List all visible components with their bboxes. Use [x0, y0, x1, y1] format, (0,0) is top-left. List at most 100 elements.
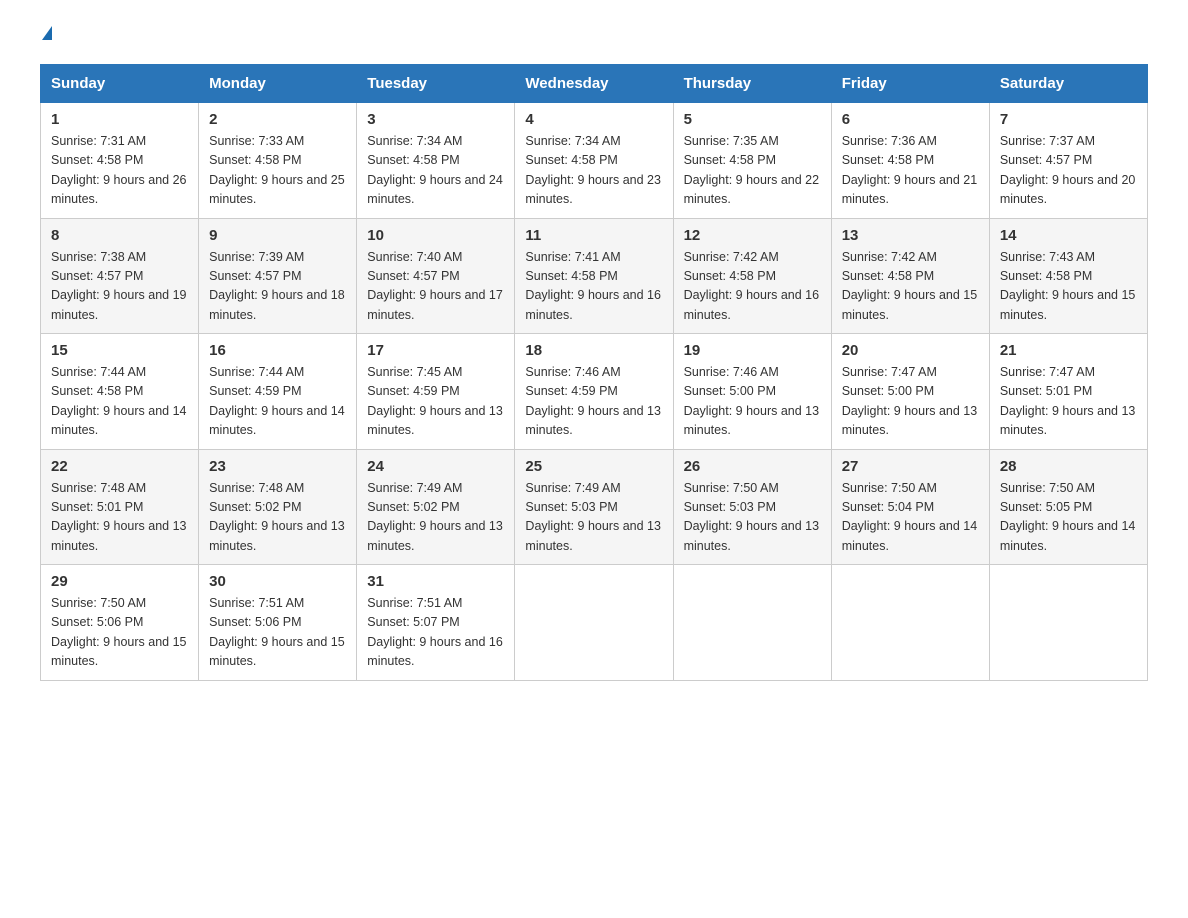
calendar-cell: 28 Sunrise: 7:50 AMSunset: 5:05 PMDaylig… [989, 449, 1147, 565]
day-detail: Sunrise: 7:50 AMSunset: 5:04 PMDaylight:… [842, 479, 979, 557]
day-detail: Sunrise: 7:45 AMSunset: 4:59 PMDaylight:… [367, 363, 504, 441]
calendar-table: SundayMondayTuesdayWednesdayThursdayFrid… [40, 64, 1148, 681]
day-number: 19 [684, 342, 821, 359]
day-detail: Sunrise: 7:46 AMSunset: 4:59 PMDaylight:… [525, 363, 662, 441]
weekday-header-saturday: Saturday [989, 65, 1147, 103]
calendar-week-row: 15 Sunrise: 7:44 AMSunset: 4:58 PMDaylig… [41, 334, 1148, 450]
weekday-header-tuesday: Tuesday [357, 65, 515, 103]
weekday-header-monday: Monday [199, 65, 357, 103]
weekday-header-friday: Friday [831, 65, 989, 103]
calendar-cell: 10 Sunrise: 7:40 AMSunset: 4:57 PMDaylig… [357, 218, 515, 334]
day-detail: Sunrise: 7:47 AMSunset: 5:01 PMDaylight:… [1000, 363, 1137, 441]
day-number: 1 [51, 111, 188, 128]
calendar-cell: 15 Sunrise: 7:44 AMSunset: 4:58 PMDaylig… [41, 334, 199, 450]
calendar-header: SundayMondayTuesdayWednesdayThursdayFrid… [41, 65, 1148, 103]
calendar-cell [831, 565, 989, 681]
logo [40, 30, 52, 44]
day-detail: Sunrise: 7:48 AMSunset: 5:01 PMDaylight:… [51, 479, 188, 557]
calendar-cell [989, 565, 1147, 681]
calendar-cell: 27 Sunrise: 7:50 AMSunset: 5:04 PMDaylig… [831, 449, 989, 565]
calendar-cell: 2 Sunrise: 7:33 AMSunset: 4:58 PMDayligh… [199, 103, 357, 219]
day-detail: Sunrise: 7:51 AMSunset: 5:06 PMDaylight:… [209, 594, 346, 672]
calendar-week-row: 29 Sunrise: 7:50 AMSunset: 5:06 PMDaylig… [41, 565, 1148, 681]
calendar-body: 1 Sunrise: 7:31 AMSunset: 4:58 PMDayligh… [41, 103, 1148, 681]
day-number: 4 [525, 111, 662, 128]
day-number: 31 [367, 573, 504, 590]
day-detail: Sunrise: 7:50 AMSunset: 5:03 PMDaylight:… [684, 479, 821, 557]
day-detail: Sunrise: 7:48 AMSunset: 5:02 PMDaylight:… [209, 479, 346, 557]
day-detail: Sunrise: 7:31 AMSunset: 4:58 PMDaylight:… [51, 132, 188, 210]
day-detail: Sunrise: 7:44 AMSunset: 4:59 PMDaylight:… [209, 363, 346, 441]
day-number: 21 [1000, 342, 1137, 359]
calendar-cell: 21 Sunrise: 7:47 AMSunset: 5:01 PMDaylig… [989, 334, 1147, 450]
day-number: 15 [51, 342, 188, 359]
day-number: 18 [525, 342, 662, 359]
day-detail: Sunrise: 7:35 AMSunset: 4:58 PMDaylight:… [684, 132, 821, 210]
day-detail: Sunrise: 7:41 AMSunset: 4:58 PMDaylight:… [525, 248, 662, 326]
logo-triangle-icon [42, 26, 52, 40]
day-number: 11 [525, 227, 662, 244]
calendar-cell [515, 565, 673, 681]
calendar-cell: 31 Sunrise: 7:51 AMSunset: 5:07 PMDaylig… [357, 565, 515, 681]
calendar-cell: 29 Sunrise: 7:50 AMSunset: 5:06 PMDaylig… [41, 565, 199, 681]
calendar-cell: 3 Sunrise: 7:34 AMSunset: 4:58 PMDayligh… [357, 103, 515, 219]
calendar-cell: 30 Sunrise: 7:51 AMSunset: 5:06 PMDaylig… [199, 565, 357, 681]
calendar-cell: 8 Sunrise: 7:38 AMSunset: 4:57 PMDayligh… [41, 218, 199, 334]
calendar-cell: 6 Sunrise: 7:36 AMSunset: 4:58 PMDayligh… [831, 103, 989, 219]
day-number: 5 [684, 111, 821, 128]
day-number: 22 [51, 458, 188, 475]
calendar-cell: 1 Sunrise: 7:31 AMSunset: 4:58 PMDayligh… [41, 103, 199, 219]
calendar-week-row: 8 Sunrise: 7:38 AMSunset: 4:57 PMDayligh… [41, 218, 1148, 334]
day-detail: Sunrise: 7:34 AMSunset: 4:58 PMDaylight:… [367, 132, 504, 210]
day-number: 2 [209, 111, 346, 128]
calendar-cell: 12 Sunrise: 7:42 AMSunset: 4:58 PMDaylig… [673, 218, 831, 334]
weekday-header-thursday: Thursday [673, 65, 831, 103]
day-number: 25 [525, 458, 662, 475]
day-detail: Sunrise: 7:50 AMSunset: 5:05 PMDaylight:… [1000, 479, 1137, 557]
day-detail: Sunrise: 7:42 AMSunset: 4:58 PMDaylight:… [684, 248, 821, 326]
day-detail: Sunrise: 7:33 AMSunset: 4:58 PMDaylight:… [209, 132, 346, 210]
calendar-cell: 7 Sunrise: 7:37 AMSunset: 4:57 PMDayligh… [989, 103, 1147, 219]
day-number: 13 [842, 227, 979, 244]
day-number: 12 [684, 227, 821, 244]
calendar-cell: 5 Sunrise: 7:35 AMSunset: 4:58 PMDayligh… [673, 103, 831, 219]
day-number: 30 [209, 573, 346, 590]
calendar-cell: 11 Sunrise: 7:41 AMSunset: 4:58 PMDaylig… [515, 218, 673, 334]
day-number: 28 [1000, 458, 1137, 475]
day-number: 29 [51, 573, 188, 590]
calendar-cell: 4 Sunrise: 7:34 AMSunset: 4:58 PMDayligh… [515, 103, 673, 219]
calendar-cell: 22 Sunrise: 7:48 AMSunset: 5:01 PMDaylig… [41, 449, 199, 565]
calendar-cell: 23 Sunrise: 7:48 AMSunset: 5:02 PMDaylig… [199, 449, 357, 565]
day-detail: Sunrise: 7:49 AMSunset: 5:02 PMDaylight:… [367, 479, 504, 557]
calendar-cell: 14 Sunrise: 7:43 AMSunset: 4:58 PMDaylig… [989, 218, 1147, 334]
day-detail: Sunrise: 7:36 AMSunset: 4:58 PMDaylight:… [842, 132, 979, 210]
day-number: 9 [209, 227, 346, 244]
calendar-week-row: 1 Sunrise: 7:31 AMSunset: 4:58 PMDayligh… [41, 103, 1148, 219]
day-number: 10 [367, 227, 504, 244]
day-number: 3 [367, 111, 504, 128]
day-detail: Sunrise: 7:46 AMSunset: 5:00 PMDaylight:… [684, 363, 821, 441]
day-number: 27 [842, 458, 979, 475]
day-number: 14 [1000, 227, 1137, 244]
day-number: 6 [842, 111, 979, 128]
day-detail: Sunrise: 7:51 AMSunset: 5:07 PMDaylight:… [367, 594, 504, 672]
calendar-cell [673, 565, 831, 681]
day-detail: Sunrise: 7:40 AMSunset: 4:57 PMDaylight:… [367, 248, 504, 326]
calendar-cell: 20 Sunrise: 7:47 AMSunset: 5:00 PMDaylig… [831, 334, 989, 450]
day-number: 24 [367, 458, 504, 475]
day-detail: Sunrise: 7:39 AMSunset: 4:57 PMDaylight:… [209, 248, 346, 326]
page-header [40, 30, 1148, 44]
day-number: 20 [842, 342, 979, 359]
day-number: 23 [209, 458, 346, 475]
day-number: 7 [1000, 111, 1137, 128]
calendar-cell: 16 Sunrise: 7:44 AMSunset: 4:59 PMDaylig… [199, 334, 357, 450]
day-detail: Sunrise: 7:50 AMSunset: 5:06 PMDaylight:… [51, 594, 188, 672]
day-detail: Sunrise: 7:42 AMSunset: 4:58 PMDaylight:… [842, 248, 979, 326]
calendar-cell: 24 Sunrise: 7:49 AMSunset: 5:02 PMDaylig… [357, 449, 515, 565]
day-detail: Sunrise: 7:44 AMSunset: 4:58 PMDaylight:… [51, 363, 188, 441]
day-detail: Sunrise: 7:37 AMSunset: 4:57 PMDaylight:… [1000, 132, 1137, 210]
day-number: 8 [51, 227, 188, 244]
day-number: 17 [367, 342, 504, 359]
calendar-cell: 9 Sunrise: 7:39 AMSunset: 4:57 PMDayligh… [199, 218, 357, 334]
weekday-header-row: SundayMondayTuesdayWednesdayThursdayFrid… [41, 65, 1148, 103]
